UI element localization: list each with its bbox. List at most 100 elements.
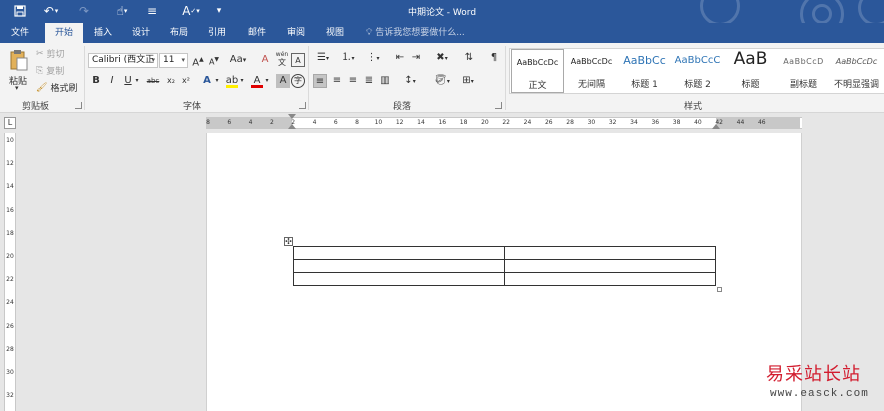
table-cell[interactable] bbox=[504, 246, 716, 260]
highlight-icon[interactable]: ab bbox=[225, 74, 239, 88]
document-table[interactable] bbox=[293, 246, 716, 286]
align-right-icon[interactable]: ≡ bbox=[346, 74, 360, 88]
ruler-tick-label: 6 bbox=[227, 119, 232, 126]
tab-file[interactable]: 文件 bbox=[6, 23, 34, 43]
text-effects-icon[interactable]: A bbox=[200, 74, 214, 88]
font-size-combo[interactable]: 11 ▾ bbox=[159, 53, 188, 68]
tab-mailings[interactable]: 邮件 bbox=[242, 23, 272, 43]
table-cell[interactable] bbox=[293, 272, 505, 286]
style-title[interactable]: AaB 标题 bbox=[724, 49, 777, 93]
format-painter-button[interactable]: 🖌︎ 格式刷 bbox=[36, 81, 77, 95]
underline-dropdown-icon[interactable]: ▾ bbox=[133, 74, 141, 88]
distributed-icon[interactable]: ▥ bbox=[378, 74, 392, 88]
show-marks-icon[interactable]: ¶ bbox=[487, 51, 501, 65]
first-line-indent-marker[interactable] bbox=[288, 114, 296, 119]
tell-me-box[interactable]: 💡︎ 告诉我您想要做什么... bbox=[366, 23, 465, 43]
tab-view[interactable]: 视图 bbox=[320, 23, 350, 43]
font-color-icon[interactable]: A bbox=[250, 74, 264, 88]
numbering-icon[interactable]: ⒈▾ bbox=[338, 51, 358, 65]
table-cell[interactable] bbox=[293, 259, 505, 273]
bold-button[interactable]: B bbox=[89, 74, 103, 88]
ruler-tick-label: 8 bbox=[355, 119, 359, 126]
tab-insert[interactable]: 插入 bbox=[88, 23, 118, 43]
paste-dropdown-icon[interactable]: ▾ bbox=[15, 84, 19, 92]
tab-review[interactable]: 审阅 bbox=[281, 23, 311, 43]
decrease-indent-icon[interactable]: ⇤ bbox=[393, 51, 407, 65]
ribbon-tabs: 文件 开始 插入 设计 布局 引用 邮件 审阅 视图 💡︎ 告诉我您想要做什么.… bbox=[0, 23, 884, 43]
copy-icon: ⎘ bbox=[36, 65, 44, 76]
ruler-tick-label: 20 bbox=[481, 119, 489, 126]
copy-button[interactable]: ⎘ 复制 bbox=[36, 64, 64, 78]
grow-font-icon[interactable]: A▲ bbox=[191, 53, 205, 68]
ruler-tick-label: 30 bbox=[6, 369, 14, 376]
chevron-down-icon[interactable]: ▾ bbox=[151, 54, 155, 67]
multilevel-list-icon[interactable]: ⋮▾ bbox=[363, 51, 383, 65]
font-name-combo[interactable]: Calibri (西文正 ▾ bbox=[88, 53, 158, 68]
clipboard-launcher-icon[interactable] bbox=[75, 102, 82, 109]
align-left-icon[interactable]: ≡ bbox=[313, 74, 327, 88]
tab-home[interactable]: 开始 bbox=[45, 23, 83, 43]
sort-icon[interactable]: ⇅ bbox=[462, 51, 476, 65]
superscript-button[interactable]: x² bbox=[179, 74, 193, 88]
title-bar: ↶ ▾ ↷ ☝ ▾ ≡ A ✓▾ ▾ 中期论文 - Word bbox=[0, 0, 884, 23]
ruler-tick-label: 4 bbox=[312, 119, 317, 126]
table-row bbox=[293, 259, 716, 273]
shrink-font-icon[interactable]: A▼ bbox=[207, 53, 221, 67]
char-border-icon[interactable]: A bbox=[291, 53, 305, 67]
phonetic-guide-icon[interactable]: wén 文 bbox=[274, 51, 290, 67]
enclose-char-icon[interactable]: 字 bbox=[291, 74, 305, 88]
style-heading-1[interactable]: AaBbCc 标题 1 bbox=[618, 49, 671, 93]
char-shading-icon[interactable]: A bbox=[276, 74, 290, 88]
subscript-button[interactable]: x₂ bbox=[164, 74, 178, 88]
horizontal-ruler[interactable]: 8 6 4 2 2 4 6 8 10 12 14 16 18 20 22 24 26 28 30 32 34 36 38 40… bbox=[206, 114, 802, 129]
ruler-tick-label: 28 bbox=[566, 119, 574, 126]
table-resize-handle[interactable] bbox=[717, 287, 722, 292]
strikethrough-button[interactable]: abc bbox=[144, 74, 162, 88]
clear-formatting-icon[interactable]: A bbox=[258, 53, 272, 67]
style-normal[interactable]: AaBbCcDc 正文 bbox=[511, 49, 564, 93]
table-cell[interactable] bbox=[293, 246, 505, 260]
style-subtitle[interactable]: AaBbCcD 副标题 bbox=[777, 49, 830, 93]
tab-design[interactable]: 设计 bbox=[126, 23, 156, 43]
style-heading-2[interactable]: AaBbCcC 标题 2 bbox=[671, 49, 724, 93]
font-launcher-icon[interactable] bbox=[299, 102, 306, 109]
align-center-icon[interactable]: ≡ bbox=[330, 74, 344, 88]
shading-icon[interactable]: 🪣︎▾ bbox=[432, 74, 452, 88]
table-row bbox=[293, 246, 716, 260]
chinese-layout-icon[interactable]: ✖▾ bbox=[432, 51, 452, 65]
right-indent-marker[interactable] bbox=[712, 124, 720, 129]
bullets-icon[interactable]: ☰▾ bbox=[313, 51, 333, 65]
tab-references[interactable]: 引用 bbox=[202, 23, 232, 43]
group-label-paragraph: 段落 bbox=[393, 102, 412, 112]
window-title: 中期论文 - Word bbox=[407, 8, 477, 18]
borders-icon[interactable]: ⊞▾ bbox=[458, 74, 478, 88]
increase-indent-icon[interactable]: ⇥ bbox=[409, 51, 423, 65]
ruler-tick-label: 24 bbox=[523, 119, 532, 126]
line-spacing-icon[interactable]: ↕▾ bbox=[400, 74, 420, 88]
style-subtle-emphasis[interactable]: AaBbCcDc 不明显强调 bbox=[830, 49, 883, 93]
paste-icon[interactable] bbox=[8, 47, 30, 73]
chevron-down-icon[interactable]: ▾ bbox=[238, 74, 246, 88]
justify-icon[interactable]: ≣ bbox=[362, 74, 376, 88]
paragraph-launcher-icon[interactable] bbox=[495, 102, 502, 109]
table-move-handle-icon[interactable]: ✣ bbox=[284, 237, 293, 246]
ruler-tick-label: 38 bbox=[672, 119, 681, 126]
watermark-url: www.easck.com bbox=[770, 388, 869, 400]
table-cell[interactable] bbox=[504, 272, 716, 286]
italic-button[interactable]: I bbox=[105, 74, 119, 88]
chevron-down-icon[interactable]: ▾ bbox=[213, 74, 221, 88]
cut-button[interactable]: ✂ 剪切 bbox=[36, 47, 65, 61]
tab-layout[interactable]: 布局 bbox=[164, 23, 194, 43]
vertical-ruler[interactable]: 10 12 14 16 18 20 22 24 26 28 30 32 bbox=[4, 133, 16, 411]
change-case-button[interactable]: Aa▾ bbox=[227, 53, 249, 67]
tab-selector[interactable]: L bbox=[4, 117, 16, 129]
hanging-indent-marker[interactable] bbox=[288, 124, 296, 129]
chevron-down-icon[interactable]: ▾ bbox=[181, 54, 185, 67]
ruler-tick-label: 22 bbox=[6, 276, 14, 284]
ruler-tick-label: 40 bbox=[694, 119, 702, 126]
document-page[interactable]: ✣ bbox=[206, 133, 802, 411]
table-cell[interactable] bbox=[504, 259, 716, 273]
style-no-spacing[interactable]: AaBbCcDc 无间隔 bbox=[565, 49, 618, 93]
chevron-down-icon[interactable]: ▾ bbox=[263, 74, 271, 88]
brush-icon: 🖌︎ bbox=[36, 82, 48, 93]
